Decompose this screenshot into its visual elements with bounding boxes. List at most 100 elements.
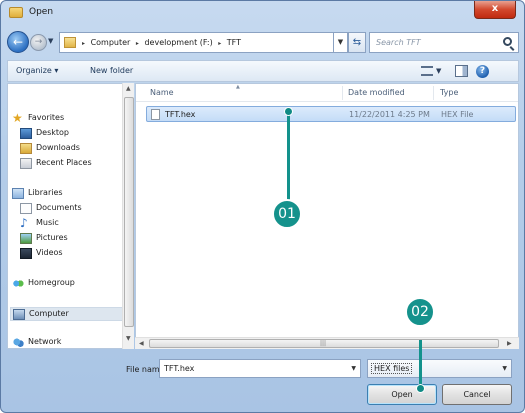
step-badge-01: 01	[272, 199, 302, 229]
address-bar[interactable]: ▸ Computer ▸ development (F:) ▸ TFT	[59, 32, 334, 53]
downloads-icon	[20, 143, 32, 154]
callout-line-1	[287, 112, 290, 200]
music-icon: ♪	[20, 216, 28, 230]
nav-item-desktop[interactable]: Desktop	[20, 127, 122, 141]
pictures-icon	[20, 233, 32, 244]
nav-item-label: Recent Places	[36, 158, 92, 167]
libraries-icon	[12, 188, 24, 199]
organize-button[interactable]: Organize ▾	[16, 66, 58, 75]
breadcrumb-separator[interactable]: ▸	[82, 40, 85, 47]
nav-item-label: Downloads	[36, 143, 80, 152]
cancel-button[interactable]: Cancel	[442, 384, 512, 405]
callout-line-2	[419, 340, 422, 389]
help-icon[interactable]: ?	[476, 65, 489, 78]
nav-item-homegroup[interactable]: Homegroup	[12, 277, 122, 291]
column-divider[interactable]	[342, 86, 343, 100]
nav-item-documents[interactable]: Documents	[20, 202, 122, 216]
column-divider[interactable]	[433, 86, 434, 100]
open-dialog: Open x ← → ▼ ▸ Computer ▸ development (F…	[0, 0, 525, 413]
file-name-input[interactable]: TFT.hex ▼	[159, 359, 361, 378]
nav-item-videos[interactable]: Videos	[20, 247, 122, 261]
nav-item-label: Favorites	[28, 113, 65, 122]
forward-button[interactable]: →	[30, 34, 47, 51]
command-bar: Organize ▾ New folder ▼ ?	[7, 60, 519, 82]
nav-item-label: Desktop	[36, 128, 69, 137]
column-header-type[interactable]: Type	[440, 88, 458, 97]
breadcrumb: ▸ Computer ▸ development (F:) ▸ TFT	[82, 38, 244, 47]
chevron-down-icon[interactable]: ▼	[502, 365, 507, 372]
refresh-button[interactable]: ⇆	[348, 32, 366, 53]
search-icon[interactable]	[503, 37, 512, 46]
scroll-right-icon[interactable]: ▶	[507, 340, 512, 347]
scroll-thumb[interactable]	[124, 97, 134, 327]
breadcrumb-computer[interactable]: Computer	[91, 38, 131, 47]
callout-dot-2	[416, 384, 425, 393]
window-title: Open	[29, 7, 54, 17]
sort-arrow-icon: ▲	[236, 84, 240, 90]
network-icon	[12, 337, 24, 348]
nav-item-recent-places[interactable]: Recent Places	[20, 157, 122, 171]
history-dropdown-icon[interactable]: ▼	[48, 37, 53, 45]
breadcrumb-separator[interactable]: ▸	[218, 40, 221, 47]
nav-item-pictures[interactable]: Pictures	[20, 232, 122, 246]
nav-item-favorites[interactable]: ★ Favorites	[12, 112, 122, 126]
star-icon: ★	[12, 111, 23, 125]
file-row-tft-hex[interactable]: TFT.hex 11/22/2011 4:25 PM HEX File	[146, 106, 516, 122]
nav-item-label: Computer	[29, 309, 69, 318]
file-type-value: HEX files	[371, 363, 413, 374]
address-row: ← → ▼ ▸ Computer ▸ development (F:) ▸ TF…	[7, 31, 519, 55]
file-icon	[151, 109, 160, 120]
videos-icon	[20, 248, 32, 259]
title-bar: Open x	[1, 1, 524, 25]
preview-pane-icon[interactable]	[455, 65, 468, 77]
breadcrumb-separator[interactable]: ▸	[136, 40, 139, 47]
callout-dot-1	[284, 107, 293, 116]
documents-icon	[20, 203, 32, 214]
view-dropdown-icon[interactable]: ▼	[436, 67, 441, 75]
navigation-scrollbar[interactable]: ▲ ▼	[122, 83, 134, 349]
horizontal-scrollbar[interactable]: ◀ ||| ▶	[135, 337, 519, 349]
scroll-left-icon[interactable]: ◀	[139, 340, 144, 347]
back-button[interactable]: ←	[7, 31, 29, 53]
column-header-date[interactable]: Date modified	[348, 88, 405, 97]
close-button[interactable]: x	[474, 1, 516, 19]
search-input[interactable]: Search TFT	[369, 32, 519, 53]
scroll-thumb[interactable]: |||	[149, 339, 499, 348]
column-header-row: ▲ Name Date modified Type	[136, 84, 518, 102]
breadcrumb-tft[interactable]: TFT	[227, 38, 241, 47]
recent-places-icon	[20, 158, 32, 169]
nav-item-computer[interactable]: Computer	[10, 307, 123, 321]
new-folder-button[interactable]: New folder	[90, 66, 133, 75]
step-badge-02: 02	[405, 297, 435, 327]
nav-item-downloads[interactable]: Downloads	[20, 142, 122, 156]
scroll-up-icon[interactable]: ▲	[126, 85, 131, 92]
file-type: HEX File	[441, 110, 474, 119]
file-name-value: TFT.hex	[164, 364, 195, 373]
address-dropdown-icon[interactable]: ▼	[334, 32, 348, 53]
folder-icon	[64, 37, 76, 48]
homegroup-icon	[12, 278, 24, 289]
scroll-down-icon[interactable]: ▼	[126, 335, 131, 342]
nav-item-label: Documents	[36, 203, 82, 212]
search-placeholder: Search TFT	[376, 38, 421, 47]
nav-item-label: Libraries	[28, 188, 63, 197]
folder-icon	[9, 7, 23, 18]
nav-item-network[interactable]: Network	[12, 336, 122, 348]
file-list: ▲ Name Date modified Type TFT.hex 11/22/…	[135, 83, 519, 349]
nav-item-label: Videos	[36, 248, 63, 257]
file-name: TFT.hex	[165, 110, 196, 119]
navigation-pane: ★ Favorites Desktop Downloads Recent Pla…	[7, 83, 134, 349]
column-header-name[interactable]: Name	[150, 88, 174, 97]
file-date: 11/22/2011 4:25 PM	[349, 110, 430, 119]
nav-item-music[interactable]: ♪ Music	[20, 217, 122, 231]
file-type-select[interactable]: HEX files ▼	[367, 359, 512, 378]
nav-item-label: Pictures	[36, 233, 68, 242]
nav-item-label: Network	[28, 337, 62, 346]
chevron-down-icon[interactable]: ▼	[351, 365, 356, 372]
view-options-icon[interactable]	[421, 66, 433, 76]
scroll-grip-icon: |||	[320, 340, 327, 347]
nav-item-label: Music	[36, 218, 59, 227]
open-button[interactable]: Open	[367, 384, 437, 405]
breadcrumb-development[interactable]: development (F:)	[144, 38, 212, 47]
nav-item-libraries[interactable]: Libraries	[12, 187, 122, 201]
